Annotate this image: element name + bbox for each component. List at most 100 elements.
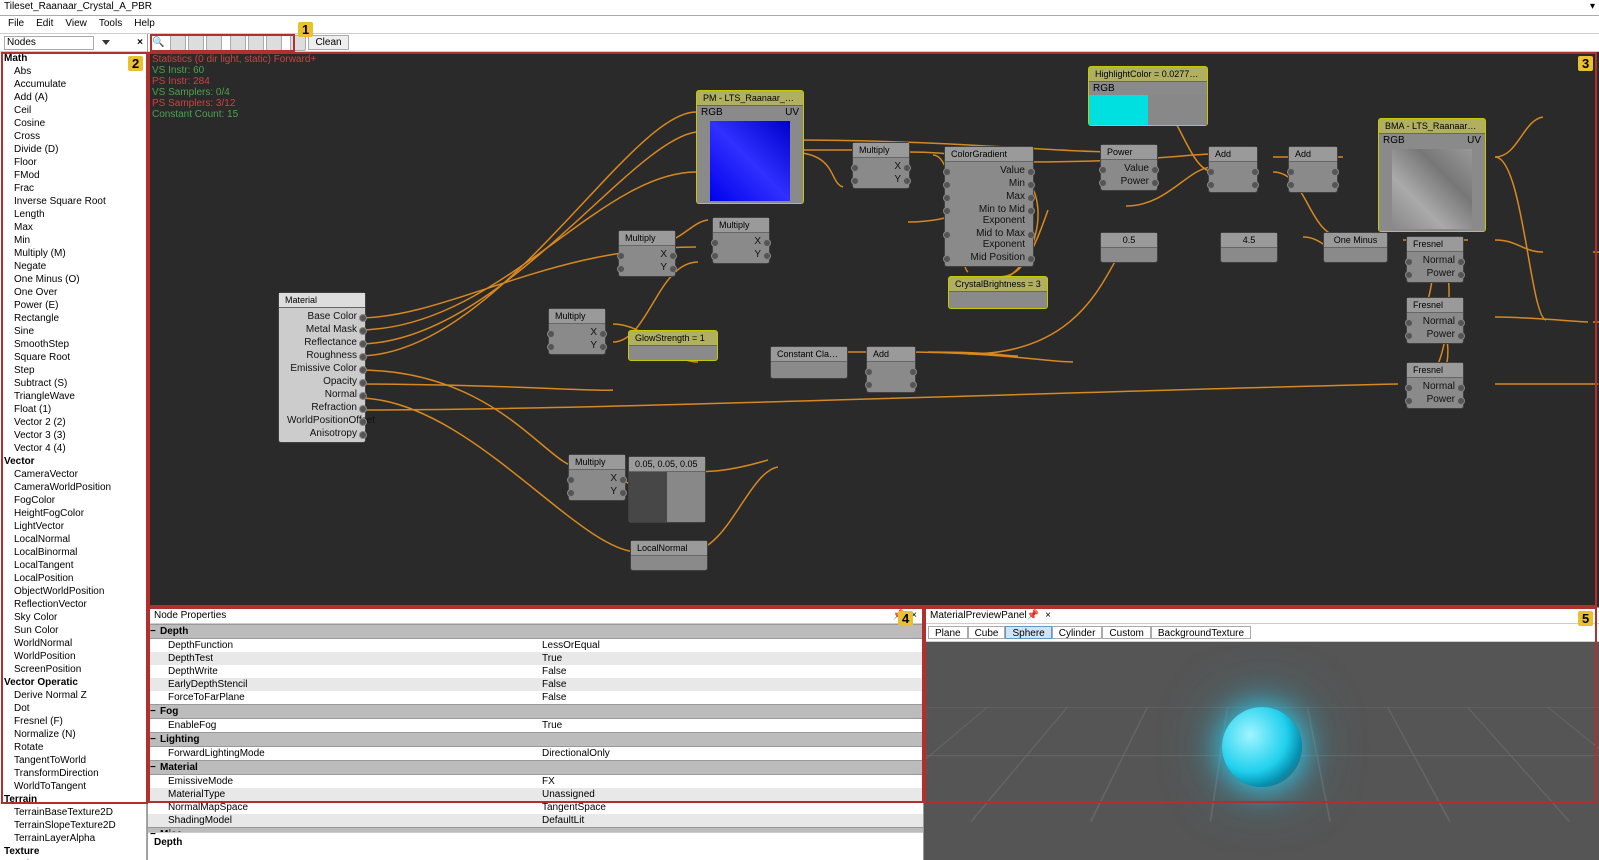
- dropdown-icon[interactable]: [102, 40, 110, 45]
- tree-item[interactable]: Inverse Square Root: [0, 195, 146, 208]
- tree-item[interactable]: ReflectionVector: [0, 598, 146, 611]
- preview-tab-cube[interactable]: Cube: [968, 626, 1006, 639]
- material-pin[interactable]: Base Color: [283, 310, 361, 323]
- tree-category[interactable]: Vector Operatic: [0, 676, 146, 689]
- tree-item[interactable]: Accumulate: [0, 78, 146, 91]
- tree-item[interactable]: TerrainBaseTexture2D: [0, 806, 146, 819]
- prop-row[interactable]: ShadingModelDefaultLit: [148, 814, 923, 827]
- power-node[interactable]: PowerValuePower: [1100, 144, 1158, 191]
- color-gradient-node[interactable]: ColorGradient Value Min Max Min to Mid E…: [944, 146, 1034, 267]
- one-minus-node[interactable]: One Minus: [1323, 232, 1388, 263]
- prop-row[interactable]: MaterialTypeUnassigned: [148, 788, 923, 801]
- prop-section[interactable]: Material: [148, 760, 923, 775]
- tree-item[interactable]: WorldPosition: [0, 650, 146, 663]
- close-icon[interactable]: ×: [137, 37, 143, 48]
- material-root-node[interactable]: Material Base ColorMetal MaskReflectance…: [278, 292, 366, 443]
- tree-item[interactable]: TriangleWave: [0, 390, 146, 403]
- tree-item[interactable]: LocalTangent: [0, 559, 146, 572]
- tree-item[interactable]: ObjectWorldPosition: [0, 585, 146, 598]
- tree-category[interactable]: Vector: [0, 455, 146, 468]
- save-icon[interactable]: [206, 35, 222, 51]
- fresnel-node[interactable]: FresnelNormalPower: [1406, 297, 1464, 344]
- prop-row[interactable]: DepthTestTrue: [148, 652, 923, 665]
- preview-tab-backgroundtexture[interactable]: BackgroundTexture: [1151, 626, 1251, 639]
- prop-section[interactable]: Fog: [148, 704, 923, 719]
- prop-row[interactable]: NormalMapSpaceTangentSpace: [148, 801, 923, 814]
- copy-icon[interactable]: [248, 35, 264, 51]
- material-pin[interactable]: Emissive Color: [283, 362, 361, 375]
- tree-item[interactable]: Length: [0, 208, 146, 221]
- node-tree[interactable]: MathAbsAccumulateAdd (A)CeilCosineCrossD…: [0, 52, 147, 860]
- preview-tab-cylinder[interactable]: Cylinder: [1052, 626, 1103, 639]
- tree-item[interactable]: TangentToWorld: [0, 754, 146, 767]
- tree-item[interactable]: TerrainLayerAlpha: [0, 832, 146, 845]
- tree-item[interactable]: One Over: [0, 286, 146, 299]
- tree-item[interactable]: Sky Color: [0, 611, 146, 624]
- tree-item[interactable]: Rectangle: [0, 312, 146, 325]
- material-pin[interactable]: Anisotropy: [283, 427, 361, 440]
- tree-item[interactable]: One Minus (O): [0, 273, 146, 286]
- node-graph-canvas[interactable]: Statistics (0 dir light, static) Forward…: [148, 52, 1599, 607]
- menu-help[interactable]: Help: [134, 18, 155, 31]
- tree-item[interactable]: Square Root: [0, 351, 146, 364]
- tree-item[interactable]: LocalBinormal: [0, 546, 146, 559]
- preview-tab-custom[interactable]: Custom: [1102, 626, 1150, 639]
- tree-item[interactable]: Derive Normal Z: [0, 689, 146, 702]
- add-node[interactable]: Add: [1208, 146, 1258, 193]
- tree-item[interactable]: WorldNormal: [0, 637, 146, 650]
- pin-icon[interactable]: 📌: [1027, 610, 1039, 621]
- open-icon[interactable]: [188, 35, 204, 51]
- multiply-node[interactable]: MultiplyXY: [852, 142, 910, 189]
- tree-item[interactable]: Normalize (N): [0, 728, 146, 741]
- prop-row[interactable]: EmissiveModeFX: [148, 775, 923, 788]
- menu-view[interactable]: View: [65, 18, 87, 31]
- tree-item[interactable]: Cosine: [0, 117, 146, 130]
- tree-item[interactable]: Sun Color: [0, 624, 146, 637]
- tree-item[interactable]: SmoothStep: [0, 338, 146, 351]
- material-pin[interactable]: Metal Mask: [283, 323, 361, 336]
- bma-texture-node[interactable]: BMA - LTS_Raanaar_Lamp_Cry... RGBUV: [1378, 118, 1486, 232]
- tree-item[interactable]: Subtract (S): [0, 377, 146, 390]
- tree-item[interactable]: WorldToTangent: [0, 780, 146, 793]
- add-node[interactable]: Add: [866, 346, 916, 393]
- tree-item[interactable]: Rotate: [0, 741, 146, 754]
- fresnel-node[interactable]: FresnelNormalPower: [1406, 362, 1464, 409]
- clean-button[interactable]: Clean: [308, 35, 348, 50]
- tree-item[interactable]: TransformDirection: [0, 767, 146, 780]
- tree-category[interactable]: Texture: [0, 845, 146, 858]
- tree-item[interactable]: ScreenPosition: [0, 663, 146, 676]
- tree-item[interactable]: Vector 4 (4): [0, 442, 146, 455]
- tree-item[interactable]: Add (A): [0, 91, 146, 104]
- tree-item[interactable]: Negate: [0, 260, 146, 273]
- material-pin[interactable]: WorldPositionOffset: [283, 414, 361, 427]
- fresnel-node[interactable]: FresnelNormalPower: [1406, 236, 1464, 283]
- material-pin[interactable]: Refraction: [283, 401, 361, 414]
- tree-item[interactable]: TerrainSlopeTexture2D: [0, 819, 146, 832]
- tree-item[interactable]: CameraVector: [0, 468, 146, 481]
- crystal-brightness-node[interactable]: CrystalBrightness = 3: [948, 276, 1048, 309]
- material-pin[interactable]: Roughness: [283, 349, 361, 362]
- constant-clamp-node[interactable]: Constant Clamp: [770, 346, 848, 379]
- prop-row[interactable]: DepthWriteFalse: [148, 665, 923, 678]
- const-node[interactable]: 4.5: [1220, 232, 1278, 263]
- const-vec-node[interactable]: 0.05, 0.05, 0.05: [628, 456, 706, 523]
- prop-row[interactable]: EnableFogTrue: [148, 719, 923, 732]
- tree-item[interactable]: LightVector: [0, 520, 146, 533]
- tree-item[interactable]: FogColor: [0, 494, 146, 507]
- paste-icon[interactable]: [266, 35, 282, 51]
- tree-item[interactable]: Divide (D): [0, 143, 146, 156]
- tree-item[interactable]: LocalNormal: [0, 533, 146, 546]
- tree-item[interactable]: Floor: [0, 156, 146, 169]
- properties-list[interactable]: DepthDepthFunctionLessOrEqualDepthTestTr…: [148, 624, 923, 832]
- tree-item[interactable]: Ceil: [0, 104, 146, 117]
- tree-item[interactable]: Cross: [0, 130, 146, 143]
- glow-strength-node[interactable]: GlowStrength = 1: [628, 330, 718, 361]
- tree-item[interactable]: FMod: [0, 169, 146, 182]
- prop-section[interactable]: Lighting: [148, 732, 923, 747]
- new-icon[interactable]: [170, 35, 186, 51]
- tree-item[interactable]: Vector 2 (2): [0, 416, 146, 429]
- prop-row[interactable]: ForwardLightingModeDirectionalOnly: [148, 747, 923, 760]
- tree-item[interactable]: Dot: [0, 702, 146, 715]
- material-pin[interactable]: Opacity: [283, 375, 361, 388]
- tree-item[interactable]: HeightFogColor: [0, 507, 146, 520]
